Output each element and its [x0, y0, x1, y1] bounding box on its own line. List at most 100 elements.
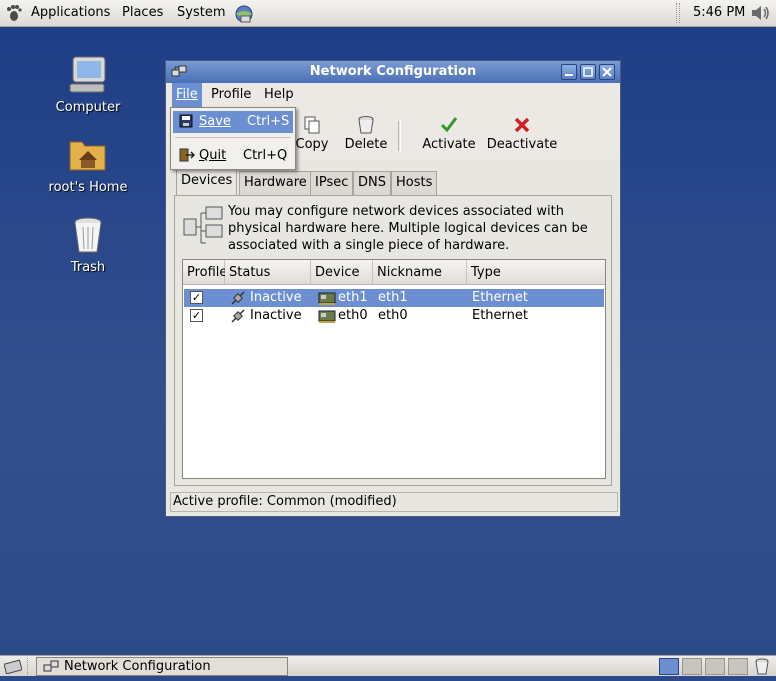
workspace-1[interactable] — [659, 658, 679, 675]
bottom-panel: Network Configuration — [0, 655, 776, 676]
save-icon — [179, 114, 193, 136]
places-menu[interactable]: Places — [122, 5, 163, 20]
maximize-icon — [583, 67, 593, 77]
delete-icon — [358, 116, 374, 134]
maximize-button[interactable] — [580, 64, 596, 80]
column-header-profile[interactable]: Profile — [183, 260, 227, 285]
save-shortcut: Ctrl+S — [247, 114, 290, 129]
top-panel: Applications Places System 5:46 PM — [0, 0, 776, 27]
quit-label: Quit — [199, 148, 227, 163]
quit-menu-item[interactable]: Quit Ctrl+Q — [173, 145, 293, 167]
help-menu-label: Help — [264, 87, 294, 102]
tab-hosts-label: Hosts — [396, 175, 433, 190]
status-plug-icon — [230, 290, 246, 308]
device-cell: eth0 — [338, 308, 368, 323]
nickname-cell: eth0 — [378, 308, 408, 323]
window-title: Network Configuration — [309, 64, 477, 79]
copy-icon — [304, 116, 320, 134]
workspace-3[interactable] — [705, 658, 725, 675]
panel-separator — [27, 658, 30, 675]
show-desktop-icon[interactable] — [3, 658, 23, 677]
status-cell: Inactive — [250, 308, 302, 323]
computer-desktop-icon[interactable]: Computer — [33, 54, 143, 115]
toolbar-separator — [398, 121, 401, 151]
tab-hosts[interactable]: Hosts — [391, 171, 438, 195]
nickname-cell: eth1 — [378, 290, 408, 305]
checkmark-icon — [440, 117, 458, 133]
computer-label: Computer — [55, 100, 121, 115]
system-menu[interactable]: System — [177, 5, 225, 20]
tab-dns-label: DNS — [358, 175, 386, 190]
type-cell: Ethernet — [472, 290, 528, 305]
activate-label: Activate — [422, 137, 476, 152]
column-header-device[interactable]: Device — [311, 260, 373, 285]
tab-ipsec-label: IPsec — [315, 175, 349, 190]
ethernet-card-icon — [318, 308, 336, 326]
tab-ipsec[interactable]: IPsec — [310, 171, 354, 195]
activate-button[interactable]: Activate — [421, 115, 477, 152]
trash-applet-icon[interactable] — [754, 658, 770, 678]
status-plug-icon — [230, 308, 246, 326]
tab-devices[interactable]: Devices — [176, 169, 238, 195]
red-x-icon — [514, 117, 530, 133]
profile-menu-label: Profile — [211, 87, 252, 102]
task-app-icon — [43, 659, 59, 681]
computer-icon — [69, 56, 106, 93]
clock[interactable]: 5:46 PM — [693, 5, 745, 20]
workspace-2[interactable] — [682, 658, 702, 675]
tab-devices-label: Devices — [181, 173, 233, 188]
home-desktop-icon[interactable]: root's Home — [33, 134, 143, 195]
minimize-button[interactable] — [561, 64, 577, 80]
tab-dns[interactable]: DNS — [353, 171, 391, 195]
panel-separator — [676, 3, 680, 23]
menu-separator — [175, 137, 291, 138]
profile-checkbox[interactable]: ✓ — [190, 291, 203, 304]
minimize-icon — [565, 74, 573, 76]
delete-label: Delete — [344, 137, 388, 152]
status-bar: Active profile: Common (modified) — [170, 492, 618, 512]
device-cell: eth1 — [338, 290, 368, 305]
workspace-4[interactable] — [728, 658, 748, 675]
table-row[interactable]: ✓ Inactive eth1 eth1 Ethernet — [184, 289, 604, 307]
menu-bar: File Profile Help — [166, 83, 620, 107]
device-table[interactable]: Profile Status Device Nickname Type ✓ In… — [182, 259, 606, 479]
taskbar-network-configuration[interactable]: Network Configuration — [36, 657, 288, 676]
save-menu-item[interactable]: Save Ctrl+S — [173, 111, 293, 133]
file-dropdown-menu: Save Ctrl+S Quit Ctrl+Q — [170, 107, 296, 170]
devices-info-text: You may configure network devices associ… — [228, 204, 588, 253]
profile-menu[interactable]: Profile — [207, 83, 255, 107]
status-cell: Inactive — [250, 290, 302, 305]
task-label: Network Configuration — [64, 659, 211, 674]
tab-hardware[interactable]: Hardware — [239, 171, 312, 195]
network-devices-icon — [182, 205, 224, 252]
file-menu-label: File — [176, 87, 198, 102]
close-icon — [602, 67, 612, 77]
title-bar[interactable]: Network Configuration — [166, 61, 620, 83]
applications-menu[interactable]: Applications — [31, 5, 110, 20]
profile-checkbox[interactable]: ✓ — [190, 309, 203, 322]
table-row[interactable]: ✓ Inactive eth0 eth0 Ethernet — [184, 307, 604, 325]
gnome-foot-icon[interactable] — [6, 4, 22, 26]
delete-button[interactable]: Delete — [342, 115, 390, 152]
trash-desktop-icon[interactable]: Trash — [33, 214, 143, 275]
network-browser-icon[interactable] — [233, 4, 255, 28]
save-label: Save — [199, 114, 231, 129]
column-header-nickname[interactable]: Nickname — [373, 260, 467, 285]
close-button[interactable] — [599, 64, 615, 80]
trash-label: Trash — [70, 260, 106, 275]
home-folder-icon — [69, 141, 106, 171]
deactivate-label: Deactivate — [486, 137, 558, 152]
copy-label: Copy — [295, 137, 329, 152]
help-menu[interactable]: Help — [260, 83, 298, 107]
deactivate-button[interactable]: Deactivate — [486, 115, 558, 152]
copy-button[interactable]: Copy — [294, 115, 330, 152]
quit-shortcut: Ctrl+Q — [243, 148, 288, 163]
column-header-type[interactable]: Type — [467, 260, 605, 285]
tab-hardware-label: Hardware — [244, 175, 307, 190]
ethernet-card-icon — [318, 290, 336, 308]
file-menu[interactable]: File — [172, 83, 202, 107]
volume-icon[interactable] — [751, 5, 771, 25]
type-cell: Ethernet — [472, 308, 528, 323]
quit-icon — [179, 148, 196, 170]
column-header-status[interactable]: Status — [225, 260, 311, 285]
